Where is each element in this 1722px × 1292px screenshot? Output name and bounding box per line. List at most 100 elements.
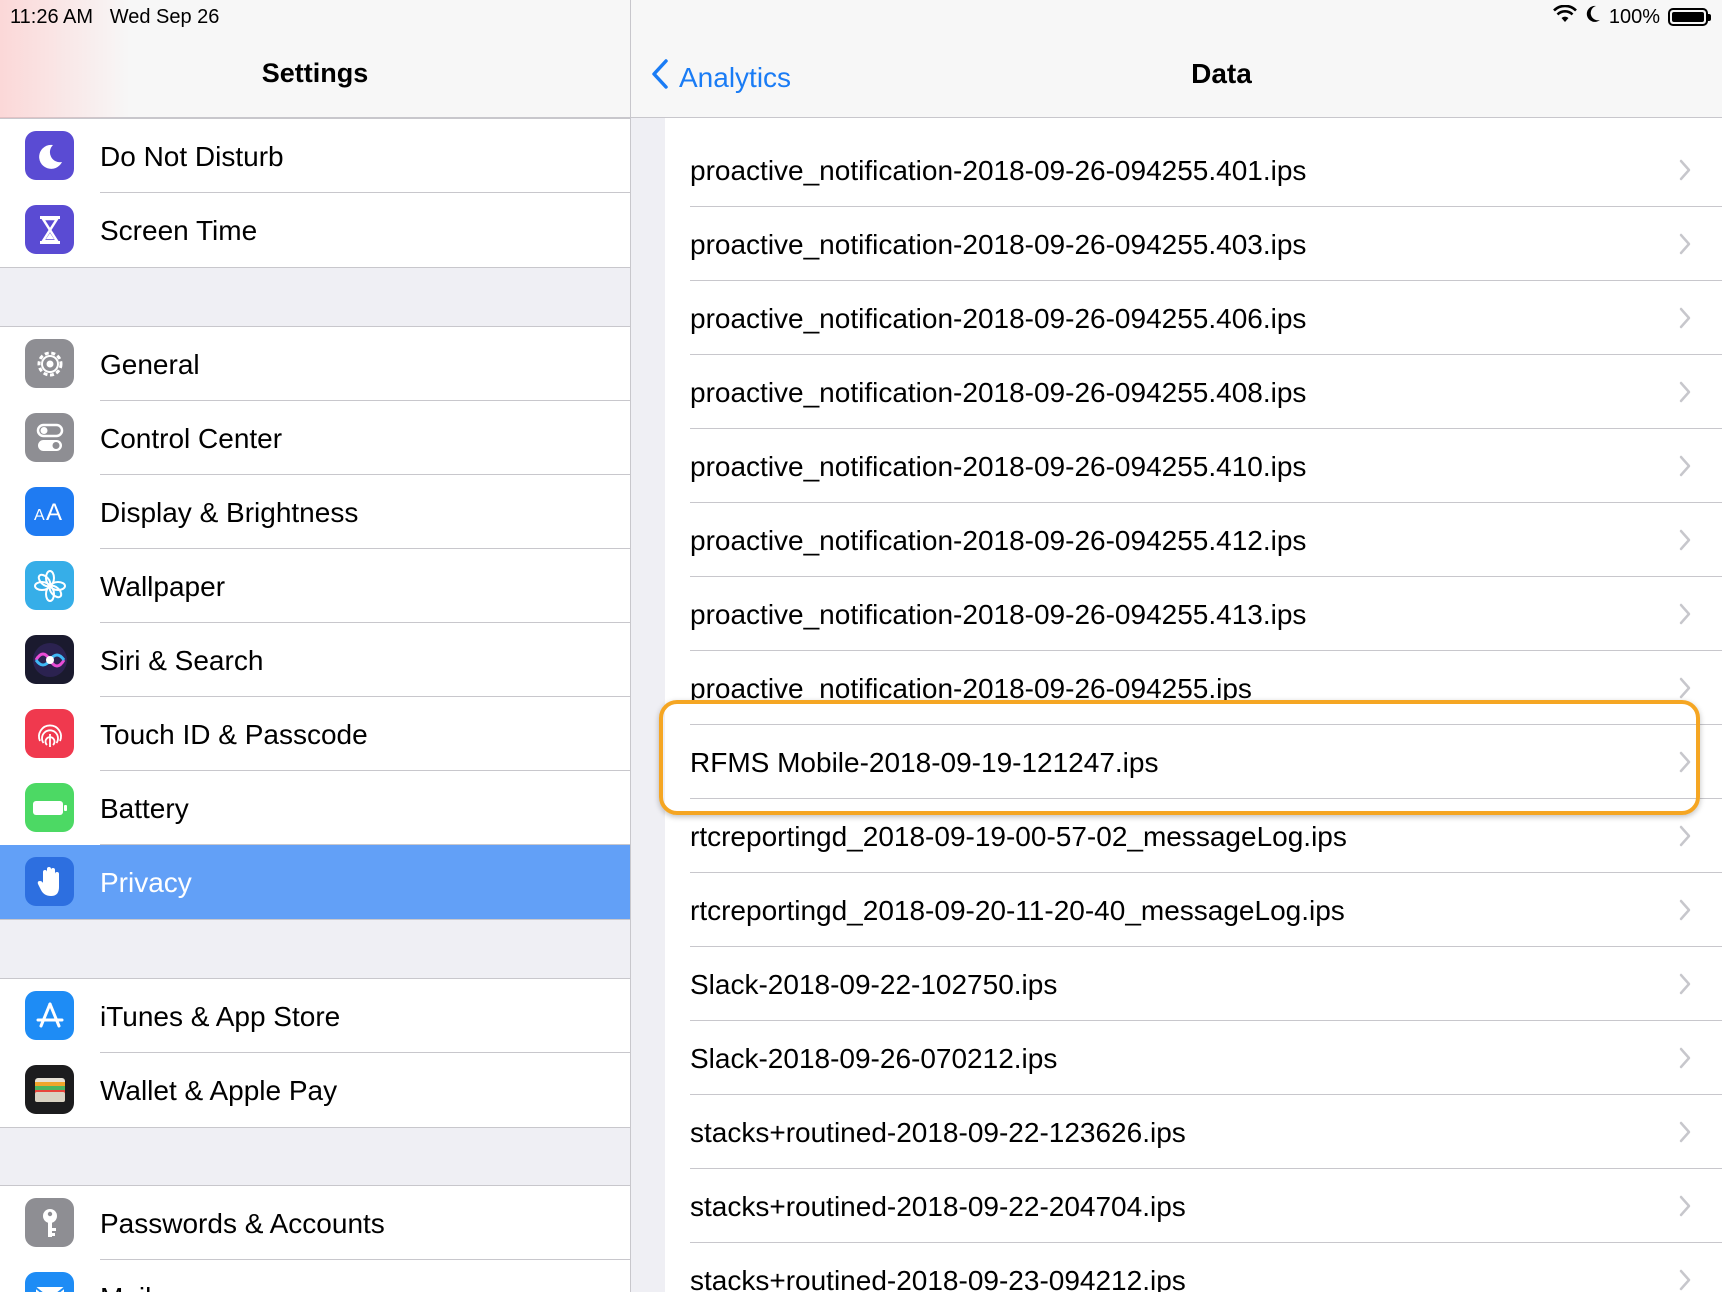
settings-item-privacy[interactable]: Privacy xyxy=(0,845,630,919)
battery-icon xyxy=(25,783,74,832)
chevron-right-icon xyxy=(1678,306,1692,335)
file-name: proactive_notification-2018-09-26-094255… xyxy=(690,451,1307,482)
fingerprint-icon xyxy=(25,709,74,758)
file-name: rtcreportingd_2018-09-20-11-20-40_messag… xyxy=(690,895,1345,926)
battery-icon xyxy=(1668,8,1711,26)
chevron-right-icon xyxy=(1678,602,1692,631)
file-row[interactable]: proactive_notification-2018-09-26-094255… xyxy=(665,503,1722,577)
file-row[interactable]: proactive_notification-2018-09-26-094255… xyxy=(665,651,1722,725)
file-row[interactable]: proactive_notification-2018-09-26-094255… xyxy=(665,355,1722,429)
file-name: proactive_notification-2018-09-26-094255… xyxy=(690,377,1307,408)
file-name: Slack-2018-09-22-102750.ips xyxy=(690,969,1058,1000)
flower-icon xyxy=(25,561,74,610)
settings-item-mail[interactable]: Mail xyxy=(0,1260,630,1292)
status-time: 11:26 AM Wed Sep 26 xyxy=(10,6,219,29)
settings-item-label: Privacy xyxy=(100,867,192,898)
file-row[interactable]: Slack-2018-09-22-102750.ips xyxy=(665,947,1722,1021)
settings-item-label: Wallet & Apple Pay xyxy=(100,1075,338,1106)
file-name: RFMS Mobile-2018-09-19-121247.ips xyxy=(690,747,1159,778)
mail-icon xyxy=(25,1272,74,1292)
chevron-right-icon xyxy=(1678,232,1692,261)
settings-item-control-center[interactable]: Control Center xyxy=(0,401,630,475)
chevron-right-icon xyxy=(1678,750,1692,779)
settings-item-label: iTunes & App Store xyxy=(100,1001,341,1032)
chevron-right-icon xyxy=(1678,676,1692,705)
chevron-right-icon xyxy=(1678,1120,1692,1149)
settings-item-battery[interactable]: Battery xyxy=(0,771,630,845)
gear-icon xyxy=(25,339,74,388)
file-row[interactable]: stacks+routined-2018-09-22-204704.ips xyxy=(665,1169,1722,1243)
settings-item-general[interactable]: General xyxy=(0,327,630,401)
chevron-right-icon xyxy=(1678,528,1692,557)
settings-item-label: Do Not Disturb xyxy=(100,141,284,172)
settings-item-display-brightness[interactable]: AA Display & Brightness xyxy=(0,475,630,549)
settings-item-label: Touch ID & Passcode xyxy=(100,719,368,750)
file-name: rtcreportingd_2018-09-19-00-57-02_messag… xyxy=(690,821,1347,852)
settings-item-passwords-accounts[interactable]: Passwords & Accounts xyxy=(0,1186,630,1260)
settings-item-wallet-apple-pay[interactable]: Wallet & Apple Pay xyxy=(0,1053,630,1127)
file-name: proactive_notification-2018-09-26-094255… xyxy=(690,229,1307,260)
settings-item-siri-search[interactable]: Siri & Search xyxy=(0,623,630,697)
file-row[interactable]: stacks+routined-2018-09-22-123626.ips xyxy=(665,1095,1722,1169)
chevron-right-icon xyxy=(1678,454,1692,483)
file-row[interactable]: proactive_notification-2018-09-26-094255… xyxy=(665,429,1722,503)
file-name: stacks+routined-2018-09-22-204704.ips xyxy=(690,1191,1186,1222)
settings-item-label: Battery xyxy=(100,793,189,824)
chevron-right-icon xyxy=(1678,158,1692,187)
file-list: proactive_notification-2018-09-26-094255… xyxy=(665,118,1722,1292)
file-name: proactive_notification-2018-09-26-094255… xyxy=(690,525,1307,556)
chevron-right-icon xyxy=(1678,1268,1692,1292)
settings-group-2: General Control Center AA Display & Brig… xyxy=(0,326,630,920)
file-name: proactive_notification-2018-09-26-094255… xyxy=(690,599,1307,630)
settings-item-label: Control Center xyxy=(100,423,283,454)
hand-icon xyxy=(25,857,74,906)
data-detail-pane: Analytics Data proactive_notification-20… xyxy=(631,0,1722,1292)
chevron-right-icon xyxy=(1678,380,1692,409)
app-store-icon xyxy=(25,991,74,1040)
status-indicators: 100% xyxy=(1552,4,1711,29)
file-row[interactable]: proactive_notification-2018-09-26-094255… xyxy=(665,133,1722,207)
battery-percent: 100% xyxy=(1608,5,1660,28)
status-time-text: 11:26 AM xyxy=(10,6,94,28)
file-name: proactive_notification-2018-09-26-094255… xyxy=(690,673,1252,704)
status-date-text: Wed Sep 26 xyxy=(109,6,220,28)
settings-master-pane: Settings Do Not Disturb Screen Time Gene… xyxy=(0,0,631,1292)
siri-icon xyxy=(25,635,74,684)
file-row[interactable]: rtcreportingd_2018-09-19-00-57-02_messag… xyxy=(665,799,1722,873)
file-row-highlighted[interactable]: RFMS Mobile-2018-09-19-121247.ips xyxy=(665,725,1722,799)
settings-item-label: Wallpaper xyxy=(100,571,226,602)
file-row[interactable]: proactive_notification-2018-09-26-094255… xyxy=(665,207,1722,281)
wifi-icon xyxy=(1552,4,1577,29)
page-title: Settings xyxy=(261,58,369,88)
settings-item-label: Display & Brightness xyxy=(100,497,359,528)
settings-item-touch-id-passcode[interactable]: Touch ID & Passcode xyxy=(0,697,630,771)
settings-item-itunes-app-store[interactable]: iTunes & App Store xyxy=(0,979,630,1053)
file-row[interactable]: proactive_notification-2018-09-26-094255… xyxy=(665,281,1722,355)
file-row[interactable]: Slack-2018-09-26-070212.ips xyxy=(665,1021,1722,1095)
chevron-right-icon xyxy=(1678,824,1692,853)
settings-item-screen-time[interactable]: Screen Time xyxy=(0,193,630,267)
settings-group-1: Do Not Disturb Screen Time xyxy=(0,118,630,268)
detail-title: Data xyxy=(1191,58,1252,89)
toggle-icon xyxy=(25,413,74,462)
status-bar: 11:26 AM Wed Sep 26 100% xyxy=(0,0,1722,34)
file-row[interactable]: rtcreportingd_2018-09-20-11-20-40_messag… xyxy=(665,873,1722,947)
settings-item-do-not-disturb[interactable]: Do Not Disturb xyxy=(0,119,630,193)
moon-icon xyxy=(1585,5,1601,29)
chevron-right-icon xyxy=(1678,1194,1692,1223)
key-icon xyxy=(25,1198,74,1247)
settings-item-label: Mail xyxy=(100,1282,151,1292)
file-name: stacks+routined-2018-09-22-123626.ips xyxy=(690,1117,1186,1148)
file-name: Slack-2018-09-26-070212.ips xyxy=(690,1043,1058,1074)
file-row[interactable]: stacks+routined-2018-09-23-094212.ips xyxy=(665,1243,1722,1292)
file-row[interactable]: proactive_notification-2018-09-26-094255… xyxy=(665,577,1722,651)
settings-item-label: Siri & Search xyxy=(100,645,264,676)
svg-text:A: A xyxy=(34,507,45,524)
settings-item-label: Passwords & Accounts xyxy=(100,1208,385,1239)
moon-icon xyxy=(25,131,74,180)
settings-item-wallpaper[interactable]: Wallpaper xyxy=(0,549,630,623)
file-name: proactive_notification-2018-09-26-094255… xyxy=(690,303,1307,334)
file-name: stacks+routined-2018-09-23-094212.ips xyxy=(690,1265,1186,1292)
text-size-icon: AA xyxy=(25,487,74,536)
svg-text:A: A xyxy=(46,499,62,526)
